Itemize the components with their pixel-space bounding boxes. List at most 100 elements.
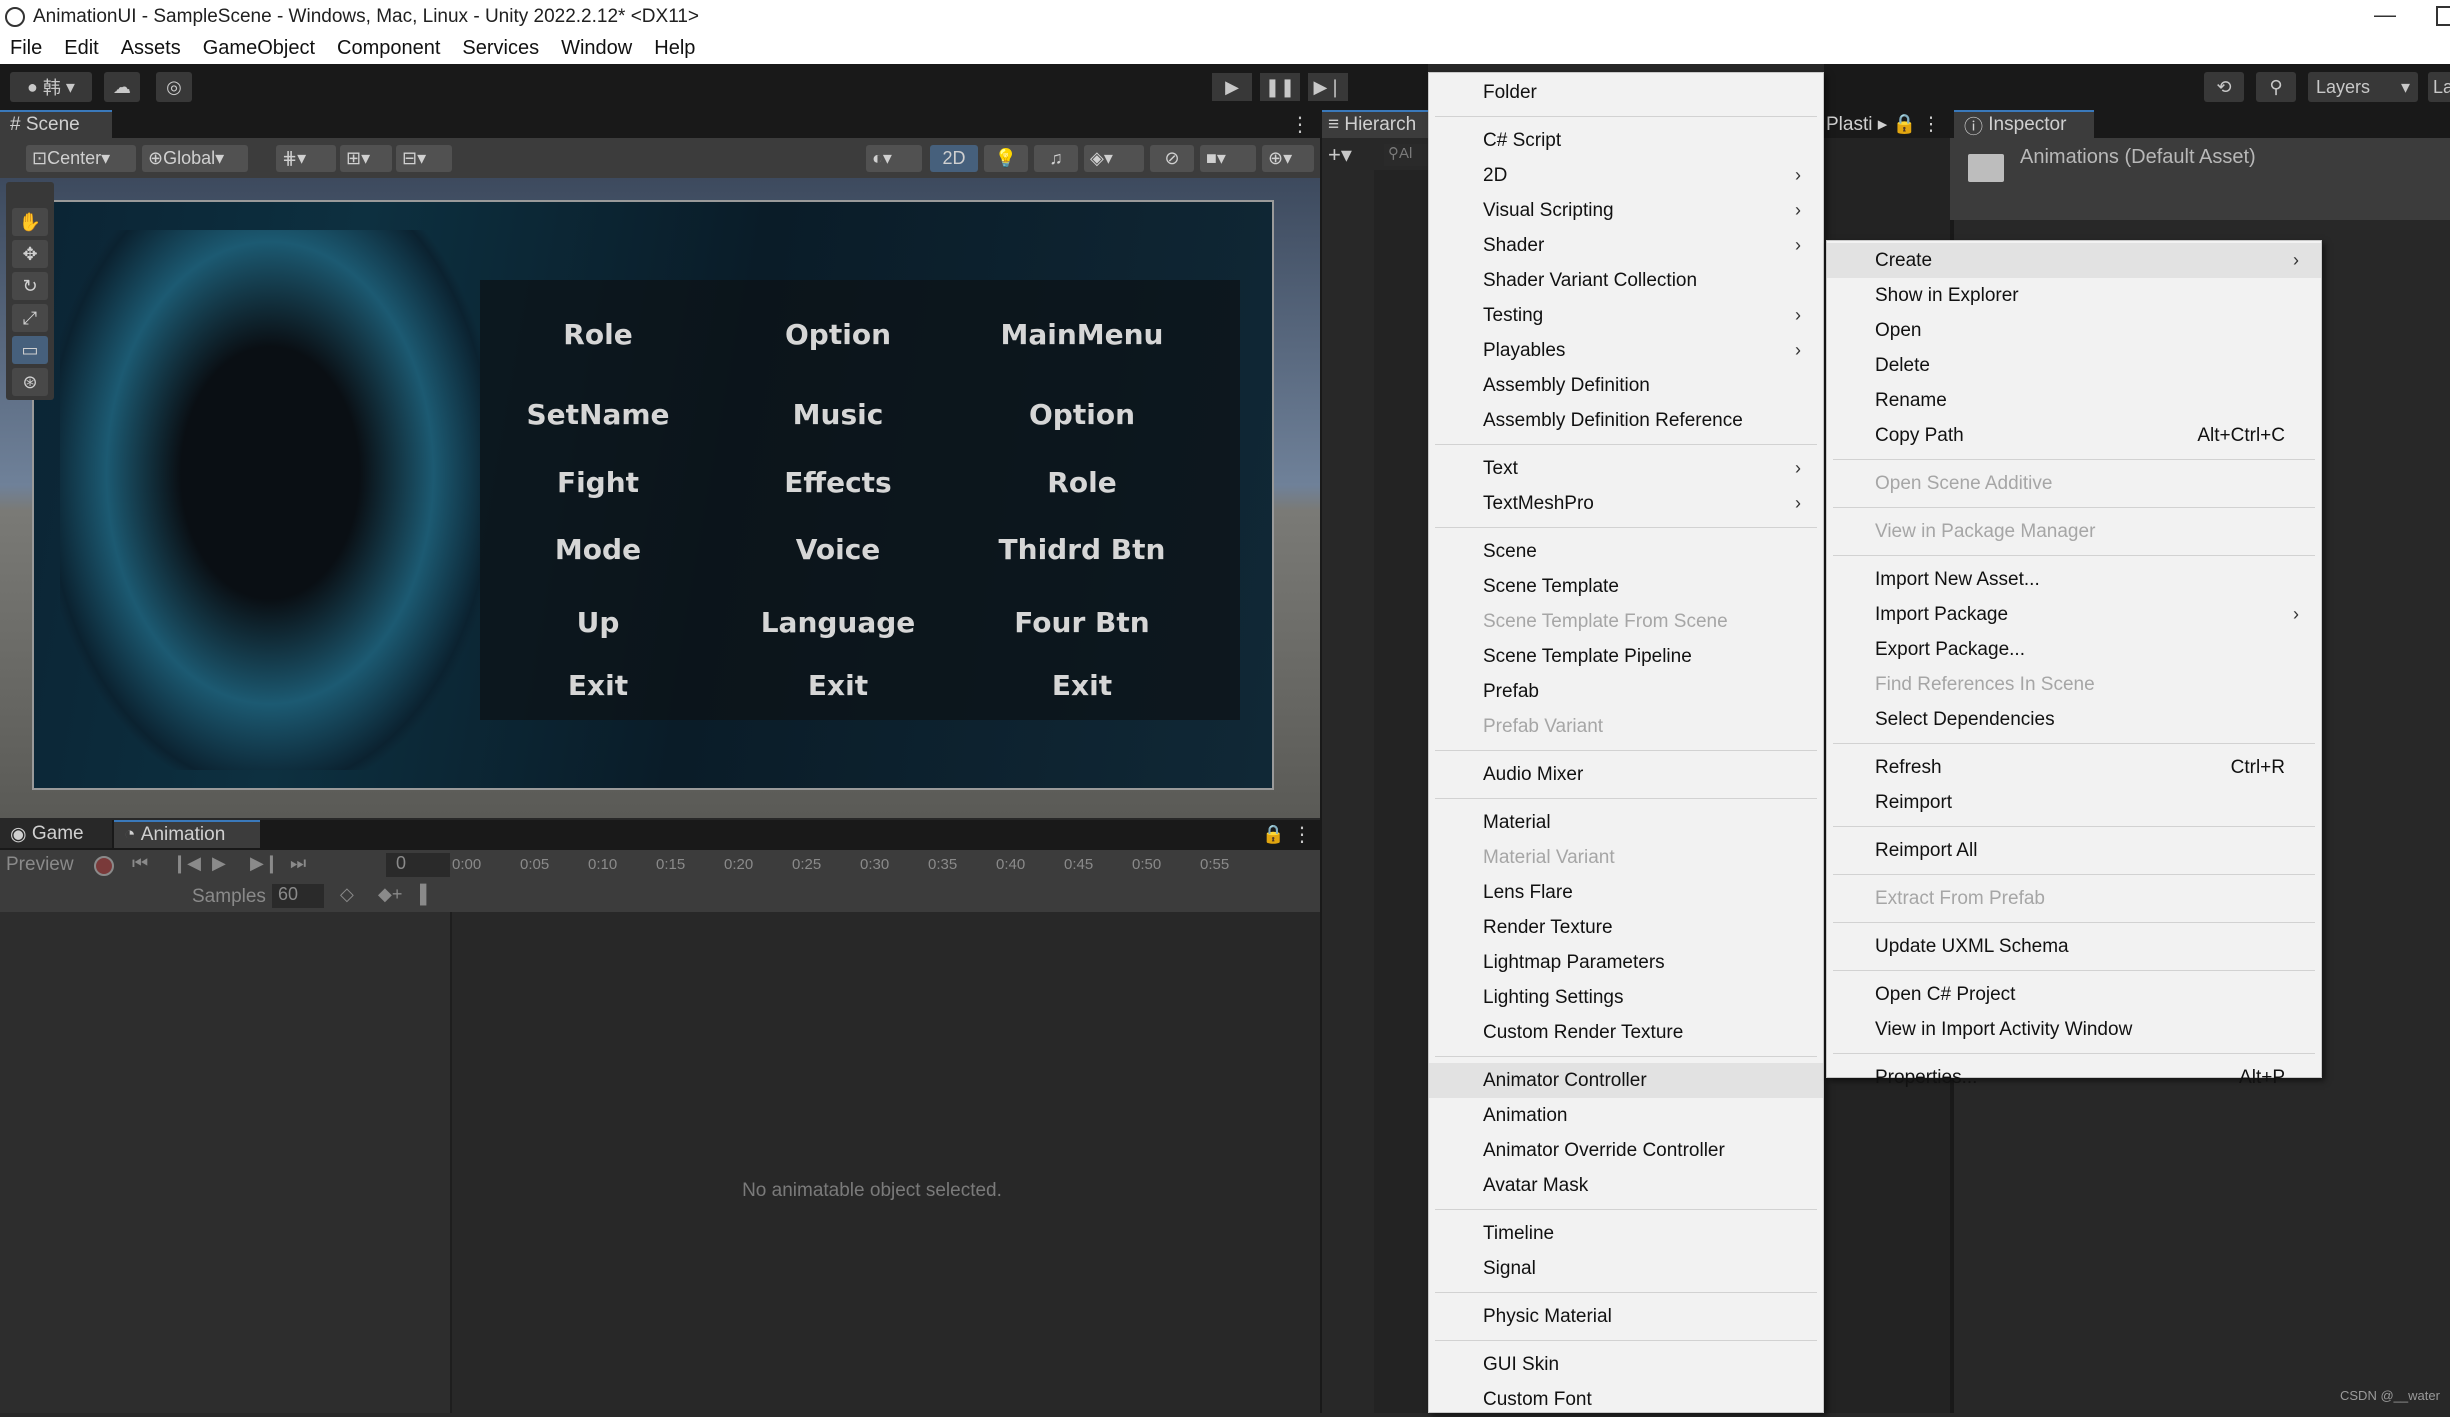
tab-scene[interactable]: # Scene xyxy=(0,110,112,138)
history-icon[interactable]: ⟲ xyxy=(2204,72,2244,102)
more-menu-icon[interactable]: ⋮ xyxy=(1290,112,1310,137)
create-menu-item-prefab[interactable]: Prefab xyxy=(1429,674,1823,709)
ui-button-third[interactable]: Thidrd Btn xyxy=(962,533,1202,566)
create-menu-item-scene[interactable]: Scene xyxy=(1429,534,1823,569)
create-menu-item-2d[interactable]: 2D › xyxy=(1429,158,1823,193)
create-menu-item-render-texture[interactable]: Render Texture xyxy=(1429,910,1823,945)
ui-button-mode[interactable]: Mode xyxy=(478,533,718,566)
create-menu-item-gui-skin[interactable]: GUI Skin xyxy=(1429,1347,1823,1382)
menu-assets[interactable]: Assets xyxy=(121,37,181,60)
add-keyframe-icon[interactable]: ◇ xyxy=(340,884,354,905)
snap-icon[interactable]: ⋕▾ xyxy=(276,145,336,172)
lock-icon[interactable]: 🔒 xyxy=(1262,824,1284,845)
ui-button-fight[interactable]: Fight xyxy=(478,466,718,499)
context-menu-item-rename[interactable]: Rename xyxy=(1827,383,2321,418)
cloud-icon[interactable]: ☁ xyxy=(104,72,140,102)
context-menu-item-export-package[interactable]: Export Package... xyxy=(1827,632,2321,667)
scale-tool-icon[interactable]: ⤢ xyxy=(12,304,48,332)
create-menu-item-shader-variant-collection[interactable]: Shader Variant Collection xyxy=(1429,263,1823,298)
rotate-tool-icon[interactable]: ↻ xyxy=(12,272,48,300)
menu-services[interactable]: Services xyxy=(462,37,539,60)
record-button[interactable] xyxy=(94,856,114,876)
create-menu-item-text[interactable]: Text › xyxy=(1429,451,1823,486)
create-menu-item-custom-font[interactable]: Custom Font xyxy=(1429,1382,1823,1417)
context-menu-item-show-in-explorer[interactable]: Show in Explorer xyxy=(1827,278,2321,313)
first-key-icon[interactable]: ⏮ xyxy=(132,853,148,874)
prev-key-icon[interactable]: ❙◀ xyxy=(172,853,201,874)
tab-game[interactable]: ◉ Game xyxy=(0,820,112,848)
more-menu-icon[interactable]: ⋮ xyxy=(1292,822,1312,847)
context-menu-item-create[interactable]: Create › xyxy=(1827,243,2321,278)
account-button[interactable]: ● 韩 ▾ xyxy=(10,72,92,102)
audio-icon[interactable]: ♫ xyxy=(1034,145,1078,172)
create-menu-item-lens-flare[interactable]: Lens Flare xyxy=(1429,875,1823,910)
context-menu-item-import-package[interactable]: Import Package › xyxy=(1827,597,2321,632)
ui-button-up[interactable]: Up xyxy=(478,606,718,639)
timeline-ruler[interactable]: 0:00 0:05 0:10 0:15 0:20 0:25 0:30 0:35 … xyxy=(452,850,1292,880)
create-menu-item-c-script[interactable]: C# Script xyxy=(1429,123,1823,158)
grid-snap-icon[interactable]: ⊞▾ xyxy=(340,145,392,172)
create-menu-item-material[interactable]: Material xyxy=(1429,805,1823,840)
create-menu-item-lightmap-parameters[interactable]: Lightmap Parameters xyxy=(1429,945,1823,980)
search-icon[interactable]: ⚲ xyxy=(2256,72,2296,102)
create-menu-item-testing[interactable]: Testing › xyxy=(1429,298,1823,333)
samples-field[interactable]: 60 xyxy=(272,884,324,908)
menu-window[interactable]: Window xyxy=(561,37,632,60)
ui-button-effects[interactable]: Effects xyxy=(718,466,958,499)
create-menu-item-scene-template-pipeline[interactable]: Scene Template Pipeline xyxy=(1429,639,1823,674)
ui-button-voice[interactable]: Voice xyxy=(718,533,958,566)
context-menu-item-import-new-asset[interactable]: Import New Asset... xyxy=(1827,562,2321,597)
pivot-dropdown[interactable]: ⊡ Center ▾ xyxy=(26,145,136,172)
lighting-icon[interactable]: 💡 xyxy=(984,145,1028,172)
hierarchy-search-input[interactable]: ⚲Al xyxy=(1384,144,1430,166)
create-menu-item-scene-template[interactable]: Scene Template xyxy=(1429,569,1823,604)
create-menu-item-playables[interactable]: Playables › xyxy=(1429,333,1823,368)
visibility-icon[interactable]: ⊘ xyxy=(1150,145,1194,172)
rect-tool-icon[interactable]: ▭ xyxy=(12,336,48,364)
transform-tool-icon[interactable]: ⊛ xyxy=(12,368,48,396)
ui-button-exit-1[interactable]: Exit xyxy=(478,669,718,702)
menu-edit[interactable]: Edit xyxy=(64,37,98,60)
add-event-icon[interactable]: ▌ xyxy=(420,884,433,905)
ui-button-four[interactable]: Four Btn xyxy=(962,606,1202,639)
hierarchy-tree[interactable] xyxy=(1374,170,1430,1413)
play-anim-icon[interactable]: ▶ xyxy=(212,853,226,874)
ui-button-exit-3[interactable]: Exit xyxy=(962,669,1202,702)
create-menu-item-timeline[interactable]: Timeline xyxy=(1429,1216,1823,1251)
ui-button-role[interactable]: Role xyxy=(478,318,718,351)
camera-icon[interactable]: ■▾ xyxy=(1200,145,1256,172)
step-button[interactable]: ▶❘ xyxy=(1308,73,1348,101)
create-menu-item-physic-material[interactable]: Physic Material xyxy=(1429,1299,1823,1334)
context-menu-item-open-c-project[interactable]: Open C# Project xyxy=(1827,977,2321,1012)
last-key-icon[interactable]: ⏭ xyxy=(290,853,306,874)
create-menu-item-assembly-definition-reference[interactable]: Assembly Definition Reference xyxy=(1429,403,1823,438)
menu-file[interactable]: File xyxy=(10,37,42,60)
maximize-button[interactable] xyxy=(2436,6,2450,26)
context-menu-item-properties[interactable]: Properties... Alt+P xyxy=(1827,1060,2321,1095)
frame-field[interactable]: 0 xyxy=(386,853,450,877)
menu-help[interactable]: Help xyxy=(654,37,695,60)
increment-snap-icon[interactable]: ⊟▾ xyxy=(396,145,452,172)
context-menu-item-select-dependencies[interactable]: Select Dependencies xyxy=(1827,702,2321,737)
create-menu-item-avatar-mask[interactable]: Avatar Mask xyxy=(1429,1168,1823,1203)
gizmos-icon[interactable]: ⊕▾ xyxy=(1262,145,1314,172)
create-menu-item-shader[interactable]: Shader › xyxy=(1429,228,1823,263)
create-menu-item-animator-override-controller[interactable]: Animator Override Controller xyxy=(1429,1133,1823,1168)
next-key-icon[interactable]: ▶❙ xyxy=(250,853,279,874)
ui-button-mainmenu[interactable]: MainMenu xyxy=(962,318,1202,351)
menu-gameobject[interactable]: GameObject xyxy=(203,37,315,60)
move-tool-icon[interactable]: ✥ xyxy=(12,240,48,268)
create-menu-item-signal[interactable]: Signal xyxy=(1429,1251,1823,1286)
ui-button-option-2[interactable]: Option xyxy=(962,398,1202,431)
hand-tool-icon[interactable]: ✋ xyxy=(12,208,48,236)
create-menu-item-folder[interactable]: Folder xyxy=(1429,75,1823,110)
context-menu-item-reimport-all[interactable]: Reimport All xyxy=(1827,833,2321,868)
tab-animation[interactable]: ◔ Animation xyxy=(114,820,260,848)
context-menu-item-view-in-import-activity-window[interactable]: View in Import Activity Window xyxy=(1827,1012,2321,1047)
context-menu-item-open[interactable]: Open xyxy=(1827,313,2321,348)
add-icon[interactable]: +▾ xyxy=(1328,142,1352,168)
tab-inspector[interactable]: ⓘ Inspector xyxy=(1954,110,2094,138)
create-menu-item-custom-render-texture[interactable]: Custom Render Texture xyxy=(1429,1015,1823,1050)
add-key-icon[interactable]: ◆+ xyxy=(378,884,402,905)
context-menu-item-refresh[interactable]: Refresh Ctrl+R xyxy=(1827,750,2321,785)
